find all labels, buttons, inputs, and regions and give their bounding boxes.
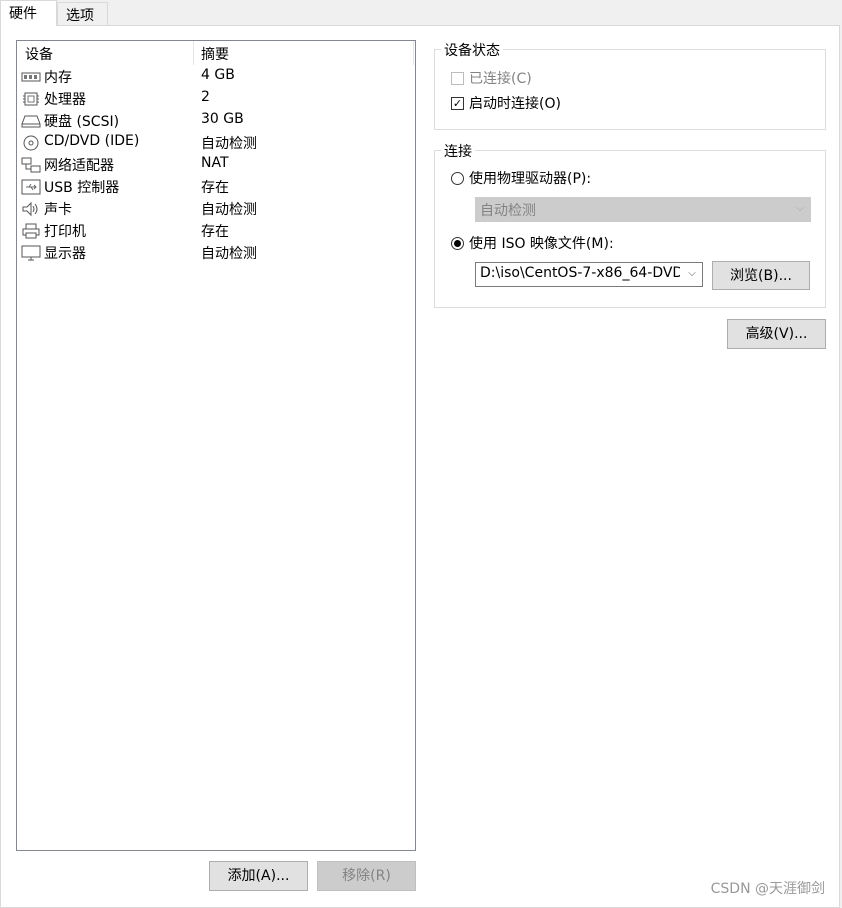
device-name: 显示器	[44, 246, 86, 262]
list-item-sound-card[interactable]: 声卡 自动检测	[17, 198, 415, 220]
column-divider[interactable]	[413, 41, 414, 65]
tab-hardware[interactable]: 硬件	[0, 0, 57, 26]
column-header-summary[interactable]: 摘要	[201, 44, 229, 64]
column-divider[interactable]	[193, 41, 194, 65]
device-summary: NAT	[201, 155, 229, 171]
device-summary: 自动检测	[201, 202, 257, 218]
device-summary: 存在	[201, 224, 229, 240]
list-item-cd-dvd[interactable]: CD/DVD (IDE) 自动检测	[17, 132, 415, 154]
chevron-down-icon: ⌵	[688, 268, 696, 279]
device-name: 处理器	[44, 92, 86, 108]
list-item-display[interactable]: 显示器 自动检测	[17, 242, 415, 264]
device-name: 打印机	[44, 224, 86, 240]
cd-dvd-icon	[23, 135, 39, 151]
printer-icon	[22, 223, 40, 239]
connect-on-start-label: 启动时连接(O)	[469, 96, 561, 112]
device-name: 内存	[44, 70, 72, 86]
list-item-memory[interactable]: 内存 4 GB	[17, 66, 415, 88]
device-name: 硬盘 (SCSI)	[44, 114, 120, 130]
hard-disk-icon	[21, 115, 41, 128]
physical-drive-select[interactable]: 自动检测 ⌵	[475, 197, 811, 222]
connection-title: 连接	[441, 141, 475, 161]
list-item-usb-controller[interactable]: USB 控制器 存在	[17, 176, 415, 198]
iso-path-combo[interactable]: D:\iso\CentOS-7-x86_64-DVD- ⌵	[475, 262, 703, 287]
monitor-icon	[21, 245, 41, 261]
list-item-network-adapter[interactable]: 网络适配器 NAT	[17, 154, 415, 176]
list-item-printer[interactable]: 打印机 存在	[17, 220, 415, 242]
network-adapter-icon	[21, 157, 41, 173]
device-status-title: 设备状态	[441, 40, 503, 60]
radio-circle	[451, 236, 464, 250]
remove-button[interactable]: 移除(R)	[317, 861, 416, 891]
connected-checkbox[interactable]: 已连接(C)	[451, 68, 532, 88]
iso-path-value: D:\iso\CentOS-7-x86_64-DVD-	[480, 265, 680, 281]
connection-group: 连接 使用物理驱动器(P): 自动检测 ⌵ 使用 ISO 映像文件(M): D:…	[434, 141, 826, 308]
browse-button[interactable]: 浏览(B)...	[712, 261, 810, 290]
connected-label: 已连接(C)	[469, 71, 532, 87]
physical-drive-label: 使用物理驱动器(P):	[469, 171, 592, 187]
device-name: 声卡	[44, 202, 72, 218]
device-summary: 2	[201, 89, 210, 105]
tab-strip: 硬件 选项	[0, 0, 842, 26]
iso-image-label: 使用 ISO 映像文件(M):	[469, 236, 614, 252]
device-summary: 4 GB	[201, 67, 235, 83]
usb-icon	[21, 179, 41, 195]
list-item-hard-disk[interactable]: 硬盘 (SCSI) 30 GB	[17, 110, 415, 132]
list-header: 设备 摘要	[17, 41, 415, 65]
checkbox-box	[451, 71, 464, 85]
watermark: CSDN @天涯御剑	[710, 881, 825, 897]
physical-drive-value: 自动检测	[480, 203, 536, 219]
list-item-processor[interactable]: 处理器 2	[17, 88, 415, 110]
speaker-icon	[22, 201, 38, 217]
processor-icon	[23, 92, 39, 106]
device-status-group: 设备状态 已连接(C) ✓ 启动时连接(O)	[434, 40, 826, 130]
connect-on-start-checkbox[interactable]: ✓ 启动时连接(O)	[451, 93, 561, 113]
device-summary: 存在	[201, 180, 229, 196]
device-name: 网络适配器	[44, 158, 114, 174]
device-summary: 自动检测	[201, 246, 257, 262]
iso-image-radio[interactable]: 使用 ISO 映像文件(M):	[451, 233, 614, 253]
column-header-device[interactable]: 设备	[25, 44, 53, 64]
advanced-button[interactable]: 高级(V)...	[727, 319, 826, 349]
device-name: CD/DVD (IDE)	[44, 133, 140, 149]
tab-page: 设备 摘要 内存 4 GB 处理器 2 硬盘 (SCSI) 30 GB CD/D…	[0, 25, 840, 908]
memory-icon	[21, 72, 41, 82]
chevron-down-icon: ⌵	[796, 203, 804, 214]
device-summary: 自动检测	[201, 136, 257, 152]
radio-circle	[451, 171, 464, 185]
device-summary: 30 GB	[201, 111, 244, 127]
device-list[interactable]: 设备 摘要 内存 4 GB 处理器 2 硬盘 (SCSI) 30 GB CD/D…	[16, 40, 416, 851]
tab-options[interactable]: 选项	[57, 2, 108, 26]
device-name: USB 控制器	[44, 180, 120, 196]
check-icon: ✓	[451, 96, 464, 110]
add-button[interactable]: 添加(A)...	[209, 861, 308, 891]
physical-drive-radio[interactable]: 使用物理驱动器(P):	[451, 168, 591, 188]
